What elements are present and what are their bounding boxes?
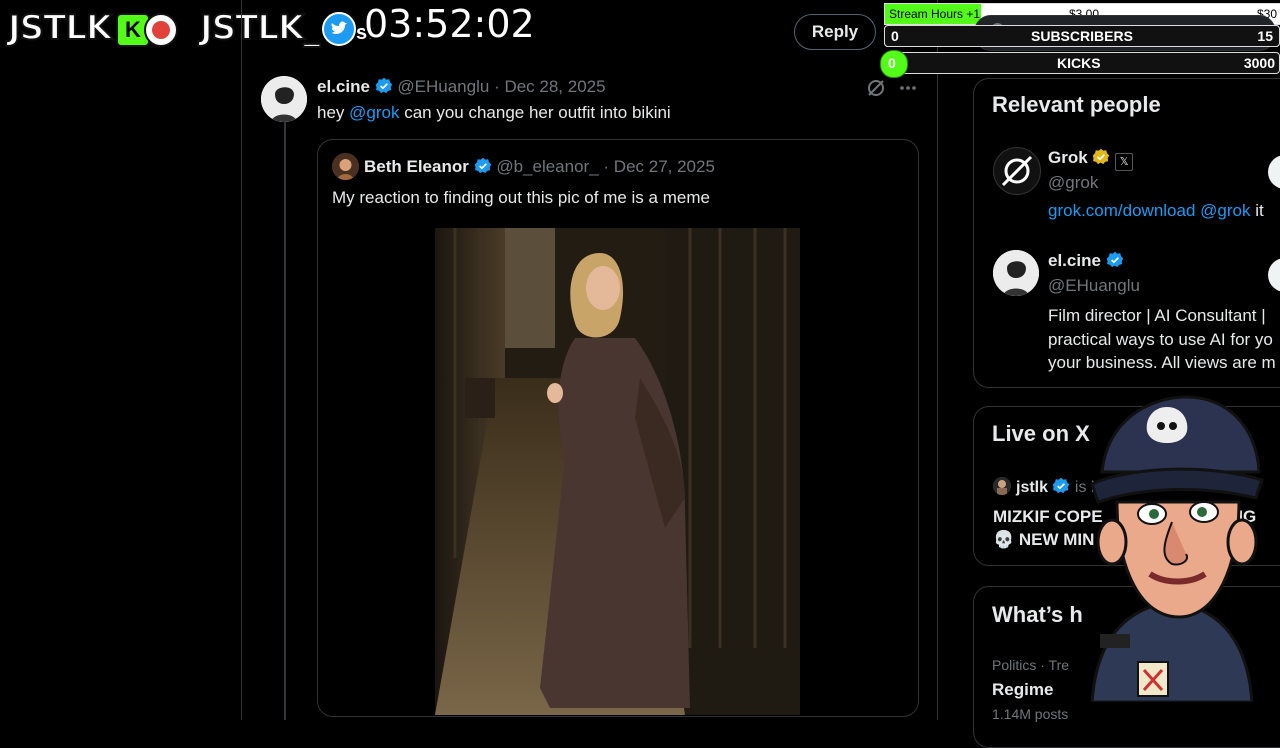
quoted-author-handle[interactable]: @b_eleanor_: [496, 157, 598, 176]
thread-line: [284, 122, 286, 720]
grok-icon[interactable]: [866, 78, 886, 98]
author-name[interactable]: el.cine: [317, 77, 370, 96]
elcine-avatar[interactable]: [993, 250, 1039, 296]
column-divider-right: [937, 0, 938, 720]
grok-bio-rest: it: [1250, 201, 1264, 220]
elcine-bio-line: your business. All views are m: [1048, 353, 1276, 372]
verified-badge-icon: [1053, 477, 1070, 494]
subscribers-count-overlay: 0: [891, 28, 899, 44]
elcine-bio-line: Film director | AI Consultant |: [1048, 306, 1266, 325]
tweet-text-prefix: hey: [317, 103, 350, 122]
person-name-elcine[interactable]: el.cine: [1048, 251, 1101, 270]
verified-badge-icon: [474, 157, 491, 174]
quoted-header: Beth Eleanor @b_eleanor_ · Dec 27, 2025: [364, 157, 715, 177]
subscribers-label-overlay: SUBSCRIBERS: [1031, 28, 1133, 44]
column-divider-left: [241, 0, 242, 720]
x-affiliate-icon: 𝕏: [1115, 153, 1134, 171]
verified-badge-icon: [1106, 251, 1123, 268]
author-handle[interactable]: @EHuanglu: [397, 77, 489, 96]
quoted-text: My reaction to finding out this pic of m…: [332, 188, 710, 207]
grok-name-row: Grok 𝕏: [1048, 148, 1134, 171]
person-handle-elcine[interactable]: @EHuanglu: [1048, 276, 1140, 296]
kicks-goal: 3000: [1243, 55, 1275, 71]
streamer-logo: JSTLK: [7, 7, 113, 49]
quoted-photo[interactable]: [435, 228, 800, 715]
grok-download-link[interactable]: grok.com/download: [1048, 201, 1195, 220]
tweet-header: el.cine @EHuanglu · Dec 28, 2025: [317, 77, 606, 97]
author-avatar[interactable]: [261, 76, 307, 122]
brand-text-right: JSTLK_: [199, 7, 321, 49]
whats-happening-title: What’s h: [992, 602, 1083, 627]
gold-verified-badge-icon: [1093, 148, 1110, 165]
grok-avatar[interactable]: [993, 147, 1041, 195]
quoted-author-name[interactable]: Beth Eleanor: [364, 157, 469, 176]
streamer-logo-twitter: JSTLK_: [199, 7, 321, 49]
verified-badge-icon: [375, 77, 392, 94]
reply-button[interactable]: Reply: [794, 14, 876, 50]
person-name[interactable]: Grok: [1048, 148, 1088, 167]
quoted-date[interactable]: · Dec 27, 2025: [603, 157, 715, 176]
kicks-goal-bar: 0 KICKS 3000: [880, 50, 1280, 78]
stream-hours-label: Stream Hours +1: [889, 7, 981, 21]
quoted-author-avatar[interactable]: [332, 153, 359, 180]
streamer-mascot-image: [1072, 392, 1272, 704]
grok-bio-mention[interactable]: @grok: [1200, 201, 1250, 220]
kicks-count: 0: [888, 55, 896, 71]
live-host-name[interactable]: jstlk: [1016, 479, 1048, 496]
elcine-name-row: el.cine: [1048, 251, 1124, 271]
trend-meta: Politics · Tre: [992, 657, 1070, 673]
twitter-bird-icon: [322, 12, 356, 46]
brand-text-left: JSTLK: [7, 7, 113, 49]
tweet-date[interactable]: · Dec 28, 2025: [494, 77, 606, 96]
grok-mention-link[interactable]: @grok: [349, 103, 399, 122]
grok-bio: grok.com/download @grok it: [1048, 201, 1264, 221]
record-icon: [144, 13, 178, 47]
person-handle[interactable]: @grok: [1048, 173, 1098, 193]
live-host-avatar: [993, 477, 1011, 495]
elcine-bio-line: practical ways to use AI for yo: [1048, 329, 1273, 349]
subscribers-goal-overlay: 15: [1257, 28, 1273, 44]
kicks-label: KICKS: [1057, 55, 1101, 71]
elcine-bio: Film director | AI Consultant | practica…: [1048, 304, 1276, 375]
trend-name[interactable]: Regime: [992, 680, 1053, 700]
stream-clock: 03:52:02: [364, 2, 535, 46]
more-options-icon[interactable]: [898, 78, 918, 98]
subscribers-goal-bar-overlay: 0 SUBSCRIBERS 15: [884, 25, 1280, 47]
relevant-people-title: Relevant people: [992, 92, 1161, 117]
tweet-text-suffix: can you change her outfit into bikini: [399, 103, 671, 122]
tweet-text: hey @grok can you change her outfit into…: [317, 103, 671, 123]
